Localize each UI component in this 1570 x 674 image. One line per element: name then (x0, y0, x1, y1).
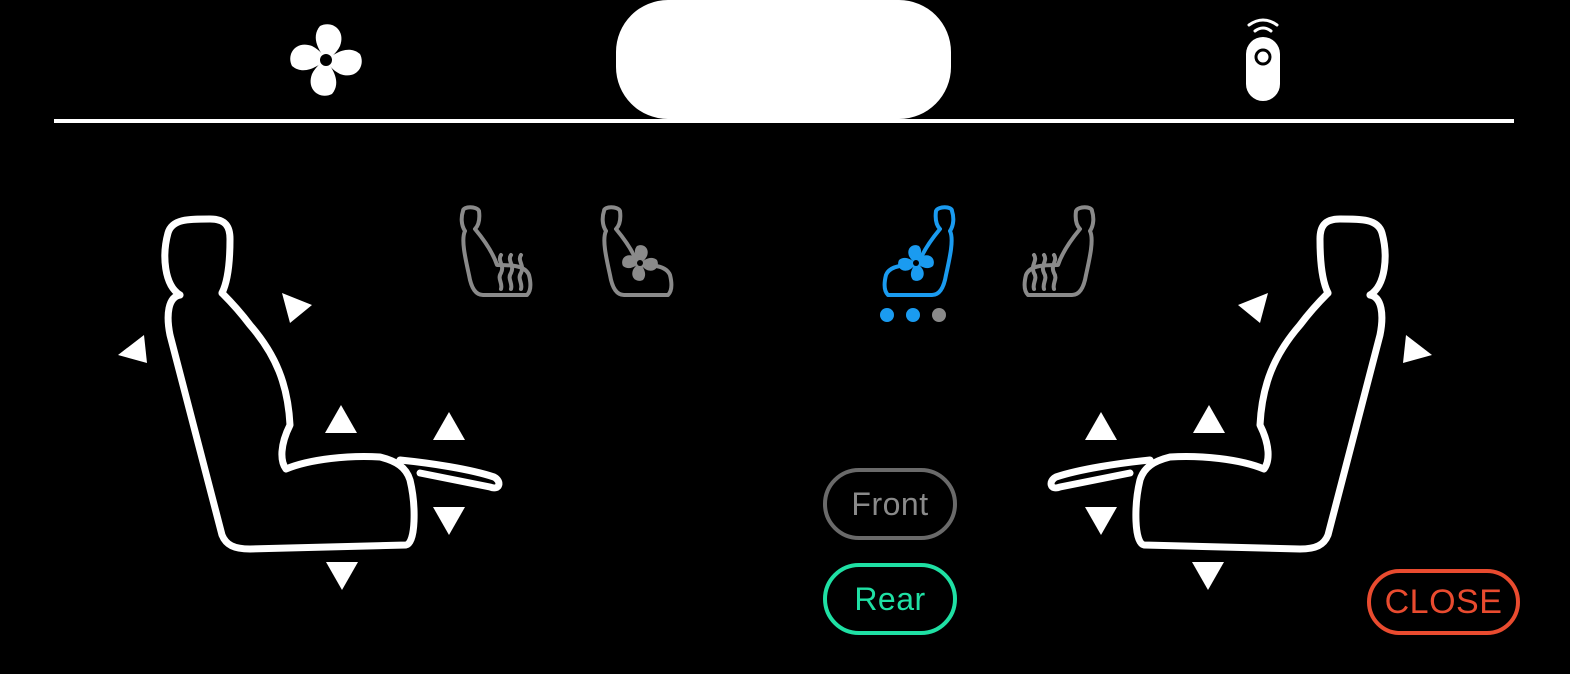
tab-seat[interactable] (616, 0, 951, 119)
legrest-down-arrow (433, 507, 465, 535)
close-button[interactable]: CLOSE (1367, 569, 1520, 635)
tab-climate-fan[interactable] (226, 0, 426, 120)
right-seat-heat-button[interactable] (1020, 203, 1100, 301)
heat-wave (497, 253, 505, 291)
seat-icon (751, 21, 810, 96)
cushion-front-up-arrow (325, 405, 357, 433)
left-seat-diagram (118, 215, 503, 590)
left-seat-ventilation-button[interactable] (596, 203, 676, 301)
level-dot-1 (880, 308, 894, 322)
level-dot-2 (906, 308, 920, 322)
left-seat-heat-button[interactable] (455, 203, 535, 301)
right-seat-diagram (1047, 215, 1432, 590)
backrest-tilt-forward-arrow (282, 293, 312, 323)
seat-control-screen: Front Rear CLOSE (0, 0, 1570, 674)
front-row-button[interactable]: Front (823, 468, 957, 540)
level-dot-3 (932, 308, 946, 322)
tab-divider (54, 119, 1514, 123)
backrest-tilt-back-arrow (118, 335, 147, 363)
seat-down-arrow (326, 562, 358, 590)
tab-remote[interactable] (1163, 0, 1363, 120)
rear-row-button[interactable]: Rear (823, 563, 957, 635)
remote-icon (1246, 18, 1280, 101)
fan-icon (290, 24, 362, 96)
legrest-up-arrow (433, 412, 465, 440)
right-seat-ventilation-button[interactable] (876, 203, 960, 325)
